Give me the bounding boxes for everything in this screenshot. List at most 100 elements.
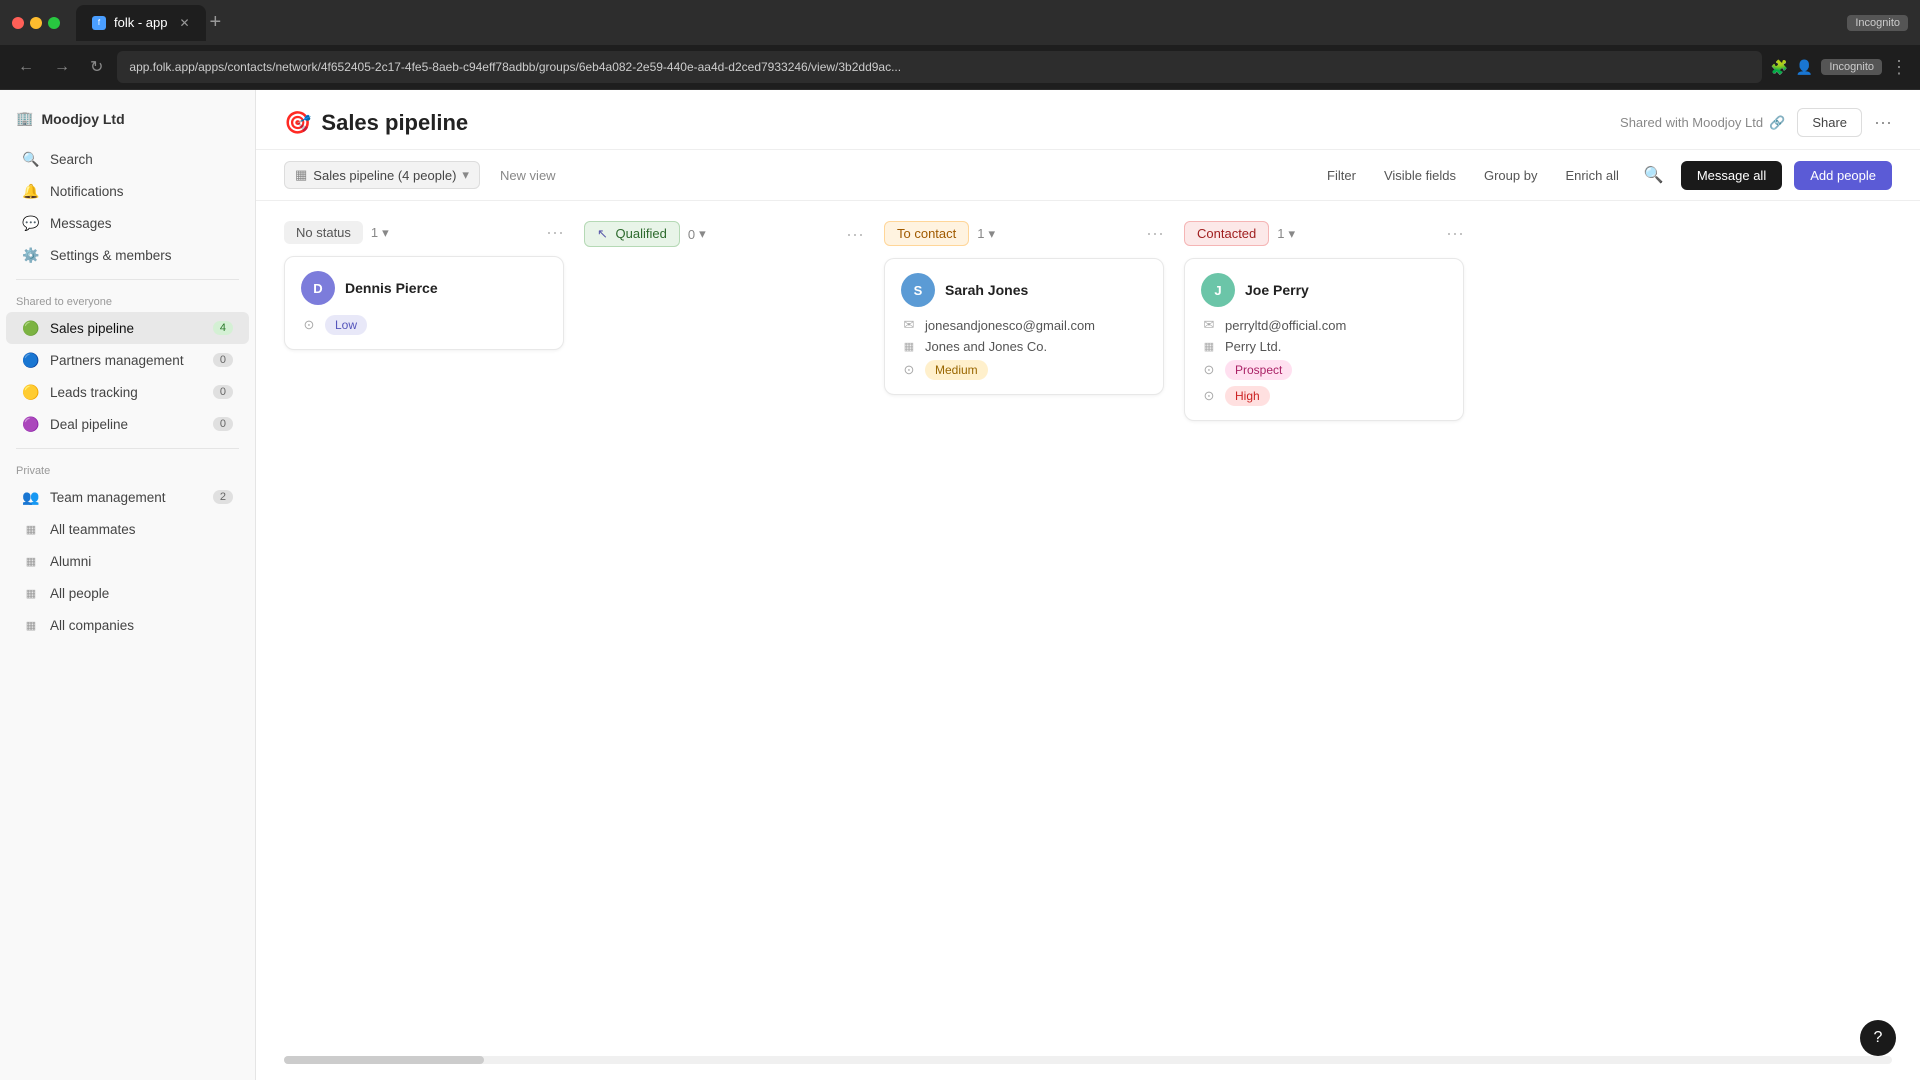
- column-header-contacted: Contacted 1 ▾ ···: [1184, 221, 1464, 246]
- column-more-qualified[interactable]: ···: [846, 224, 864, 245]
- sidebar-item-notifications[interactable]: 🔔 Notifications: [6, 175, 249, 207]
- add-people-button[interactable]: Add people: [1794, 161, 1892, 190]
- share-button[interactable]: Share: [1797, 108, 1862, 137]
- search-button[interactable]: 🔍: [1639, 160, 1669, 190]
- address-bar[interactable]: [117, 51, 1762, 83]
- active-tab[interactable]: f folk - app ✕: [76, 5, 206, 41]
- column-more-contacted[interactable]: ···: [1446, 223, 1464, 244]
- shared-text: Shared with Moodjoy Ltd: [1620, 115, 1763, 130]
- search-icon: 🔍: [22, 150, 40, 168]
- column-count-no-status[interactable]: 1 ▾: [371, 225, 389, 241]
- kanban-card-joe-perry[interactable]: J Joe Perry ✉ perryltd@official.com ▦ Pe…: [1184, 258, 1464, 421]
- forward-button[interactable]: →: [48, 54, 76, 80]
- workspace-name: Moodjoy Ltd: [41, 111, 124, 127]
- incognito-label: Incognito: [1821, 59, 1882, 75]
- leads-badge: 0: [213, 385, 233, 399]
- email-icon: ✉: [901, 317, 917, 333]
- kanban-board: No status 1 ▾ ··· D Dennis Pierce: [256, 201, 1920, 1056]
- tab-favicon: f: [92, 16, 106, 30]
- page-title: 🎯 Sales pipeline: [284, 110, 468, 136]
- column-count-to-contact[interactable]: 1 ▾: [977, 226, 995, 242]
- chevron-down-icon: ▾: [382, 225, 389, 241]
- kanban-column-qualified: ↖ Qualified 0 ▾ ···: [584, 221, 864, 259]
- sales-pipeline-icon: 🟢: [22, 319, 40, 337]
- menu-icon[interactable]: ⋮: [1890, 57, 1908, 78]
- tab-title: folk - app: [114, 15, 167, 30]
- visible-fields-button[interactable]: Visible fields: [1376, 163, 1464, 188]
- column-more-to-contact[interactable]: ···: [1146, 223, 1164, 244]
- sidebar-item-label: Alumni: [50, 554, 91, 569]
- workspace-title: 🏢 Moodjoy Ltd: [0, 106, 255, 143]
- group-by-button[interactable]: Group by: [1476, 163, 1545, 188]
- view-selector[interactable]: ▦ Sales pipeline (4 people) ▾: [284, 161, 480, 189]
- kanban-column-to-contact: To contact 1 ▾ ··· S Sarah Jones: [884, 221, 1164, 405]
- email-value: jonesandjonesco@gmail.com: [925, 318, 1095, 333]
- column-more-no-status[interactable]: ···: [546, 222, 564, 243]
- card-field-company-sarah: ▦ Jones and Jones Co.: [901, 339, 1147, 354]
- sidebar-item-partners-management[interactable]: 🔵 Partners management 0: [6, 344, 249, 376]
- avatar-letter: D: [313, 281, 322, 296]
- minimize-dot[interactable]: [30, 17, 42, 29]
- maximize-dot[interactable]: [48, 17, 60, 29]
- sidebar-item-messages[interactable]: 💬 Messages: [6, 207, 249, 239]
- sidebar-item-deal-pipeline[interactable]: 🟣 Deal pipeline 0: [6, 408, 249, 440]
- private-section-label: Private: [0, 457, 255, 481]
- sidebar-item-label: Settings & members: [50, 248, 172, 263]
- horizontal-scrollbar[interactable]: [284, 1056, 1892, 1064]
- sidebar-item-all-companies[interactable]: ▦ All companies: [6, 609, 249, 641]
- avatar-letter: S: [914, 283, 923, 298]
- company-value: Jones and Jones Co.: [925, 339, 1047, 354]
- column-header-no-status: No status 1 ▾ ···: [284, 221, 564, 244]
- page-emoji: 🎯: [284, 110, 311, 136]
- more-options-button[interactable]: ···: [1874, 112, 1892, 133]
- sidebar-item-label: Team management: [50, 490, 166, 505]
- window-controls: [12, 17, 60, 29]
- sidebar: 🏢 Moodjoy Ltd 🔍 Search 🔔 Notifications 💬…: [0, 90, 256, 1080]
- help-button[interactable]: ?: [1860, 1020, 1896, 1056]
- sidebar-item-settings[interactable]: ⚙️ Settings & members: [6, 239, 249, 271]
- share-link-icon: 🔗: [1769, 115, 1785, 131]
- sidebar-item-alumni[interactable]: ▦ Alumni: [6, 545, 249, 577]
- column-tag-no-status: No status: [284, 221, 363, 244]
- sidebar-item-team-management[interactable]: 👥 Team management 2: [6, 481, 249, 513]
- column-count-contacted[interactable]: 1 ▾: [1277, 226, 1295, 242]
- scrollbar-thumb[interactable]: [284, 1056, 484, 1064]
- sidebar-item-all-people[interactable]: ▦ All people: [6, 577, 249, 609]
- team-badge: 2: [213, 490, 233, 504]
- new-tab-button[interactable]: +: [210, 11, 222, 34]
- sidebar-item-sales-pipeline[interactable]: 🟢 Sales pipeline 4: [6, 312, 249, 344]
- kanban-card-dennis-pierce[interactable]: D Dennis Pierce ⊙ Low: [284, 256, 564, 350]
- column-tag-to-contact: To contact: [884, 221, 969, 246]
- shared-with-label: Shared with Moodjoy Ltd 🔗: [1620, 115, 1785, 131]
- workspace-icon: 🏢: [16, 110, 33, 127]
- back-button[interactable]: ←: [12, 54, 40, 80]
- card-field-priority-dennis: ⊙ Low: [301, 315, 547, 335]
- incognito-badge: Incognito: [1847, 15, 1908, 31]
- close-dot[interactable]: [12, 17, 24, 29]
- browser-navigation: ← → ↻ 🧩 👤 Incognito ⋮: [0, 45, 1920, 89]
- sidebar-divider-2: [16, 448, 239, 449]
- kanban-column-contacted: Contacted 1 ▾ ··· J Joe Perry: [1184, 221, 1464, 431]
- filter-button[interactable]: Filter: [1319, 163, 1364, 188]
- message-all-button[interactable]: Message all: [1681, 161, 1782, 190]
- messages-icon: 💬: [22, 214, 40, 232]
- sidebar-item-label: Search: [50, 152, 93, 167]
- sidebar-divider: [16, 279, 239, 280]
- partners-icon: 🔵: [22, 351, 40, 369]
- card-name-sarah: Sarah Jones: [945, 282, 1028, 298]
- enrich-all-button[interactable]: Enrich all: [1557, 163, 1626, 188]
- chevron-down-icon: ▾: [699, 226, 706, 242]
- count-value: 1: [1277, 226, 1284, 241]
- tab-close-button[interactable]: ✕: [179, 16, 189, 30]
- sidebar-item-all-teammates[interactable]: ▦ All teammates: [6, 513, 249, 545]
- new-view-button[interactable]: New view: [492, 163, 564, 188]
- reload-button[interactable]: ↻: [84, 53, 109, 81]
- column-count-qualified[interactable]: 0 ▾: [688, 226, 706, 242]
- kanban-card-sarah-jones[interactable]: S Sarah Jones ✉ jonesandjonesco@gmail.co…: [884, 258, 1164, 395]
- sidebar-item-search[interactable]: 🔍 Search: [6, 143, 249, 175]
- card-person-joe: J Joe Perry: [1201, 273, 1447, 307]
- priority-badge-high: High: [1225, 386, 1270, 406]
- sidebar-item-leads-tracking[interactable]: 🟡 Leads tracking 0: [6, 376, 249, 408]
- email-icon: ✉: [1201, 317, 1217, 333]
- shared-section-label: Shared to everyone: [0, 288, 255, 312]
